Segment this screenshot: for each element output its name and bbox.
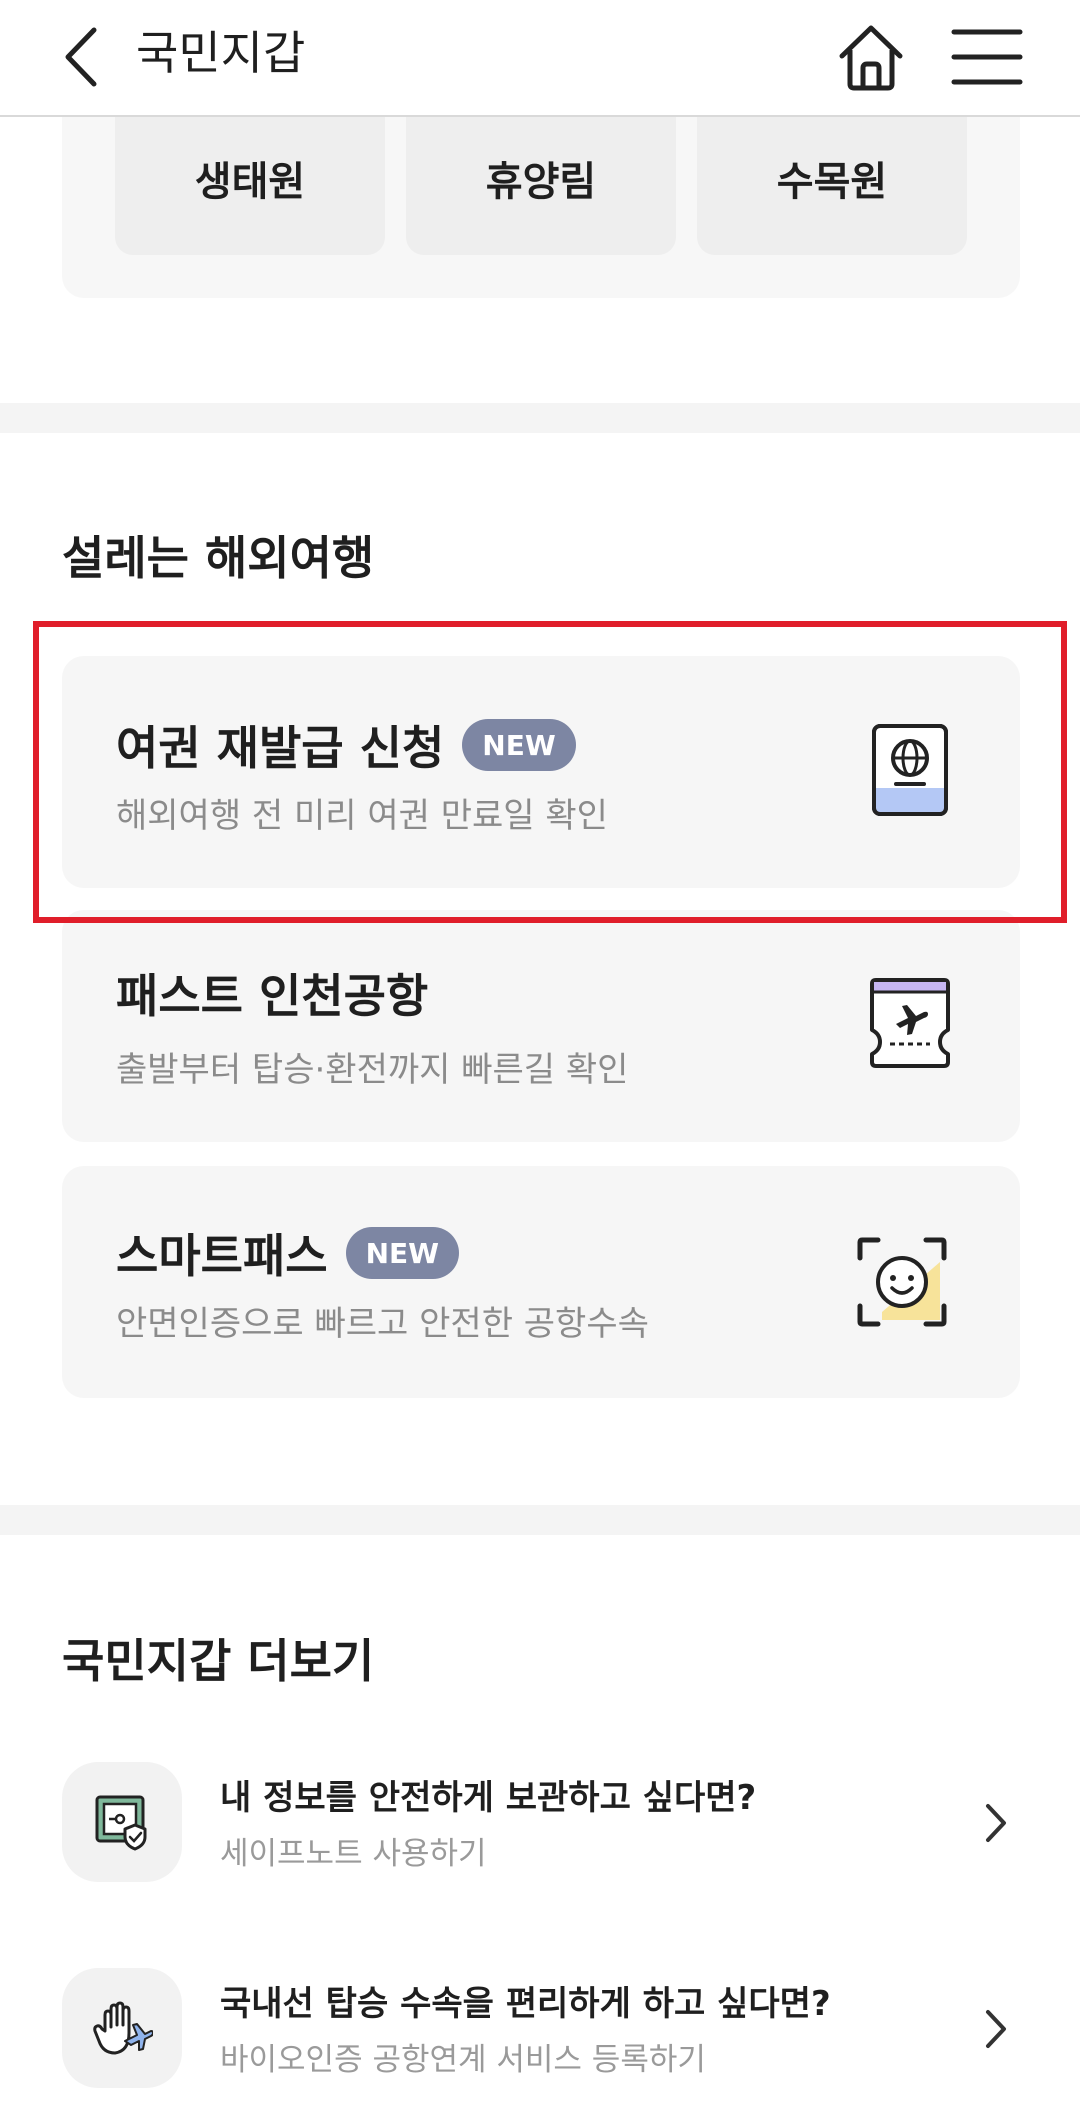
section-divider bbox=[0, 1505, 1080, 1535]
card-fast-incheon-airport[interactable]: 패스트 인천공항 출발부터 탑승·환전까지 빠른길 확인 bbox=[62, 910, 1020, 1142]
chip-arboretum[interactable]: 수목원 bbox=[697, 117, 967, 255]
more-item-subtitle: 세이프노트 사용하기 bbox=[220, 1836, 487, 1872]
palm-airplane-icon bbox=[93, 2001, 153, 2055]
card-smart-pass[interactable]: 스마트패스 NEW 안면인증으로 빠르고 안전한 공항수속 bbox=[62, 1166, 1020, 1398]
card-description: 안면인증으로 빠르고 안전한 공항수속 bbox=[116, 1304, 649, 1344]
more-item-icon-wrap bbox=[62, 1762, 182, 1882]
chip-recreation-forest[interactable]: 휴양림 bbox=[406, 117, 676, 255]
more-item-bio-airport[interactable]: 국내선 탑승 수속을 편리하게 하고 싶다면? 바이오인증 공항연계 서비스 등… bbox=[62, 1968, 1020, 2088]
home-icon[interactable] bbox=[834, 20, 908, 94]
highlight-box bbox=[33, 621, 1067, 923]
more-item-safe-note[interactable]: 내 정보를 안전하게 보관하고 싶다면? 세이프노트 사용하기 bbox=[62, 1762, 1020, 1882]
chevron-right-icon bbox=[986, 1804, 1006, 1842]
more-item-subtitle: 바이오인증 공항연계 서비스 등록하기 bbox=[220, 2042, 706, 2078]
section-divider bbox=[0, 403, 1080, 433]
chip-ecology-center[interactable]: 생태원 bbox=[115, 117, 385, 255]
more-item-icon-wrap bbox=[62, 1968, 182, 2088]
chevron-right-icon bbox=[986, 2010, 1006, 2048]
chevron-left-icon[interactable] bbox=[56, 24, 112, 90]
section-title-travel: 설레는 해외여행 bbox=[62, 531, 375, 585]
card-title-row: 패스트 인천공항 bbox=[116, 960, 428, 1026]
safe-note-icon bbox=[95, 1795, 147, 1851]
more-item-title: 내 정보를 안전하게 보관하고 싶다면? bbox=[220, 1778, 757, 1818]
card-title-row: 스마트패스 NEW bbox=[116, 1220, 460, 1286]
new-badge: NEW bbox=[345, 1227, 460, 1279]
card-title: 스마트패스 bbox=[116, 1229, 328, 1283]
section-title-more: 국민지갑 더보기 bbox=[62, 1634, 375, 1688]
card-title: 패스트 인천공항 bbox=[116, 969, 429, 1023]
app-header: 국민지갑 bbox=[0, 0, 1080, 117]
face-scan-icon bbox=[857, 1237, 947, 1327]
card-description: 출발부터 탑승·환전까지 빠른길 확인 bbox=[116, 1050, 629, 1090]
flight-ticket-icon bbox=[870, 978, 950, 1068]
more-item-title: 국내선 탑승 수속을 편리하게 하고 싶다면? bbox=[220, 1984, 831, 2024]
hamburger-menu-icon[interactable] bbox=[950, 24, 1024, 90]
page-title: 국민지갑 bbox=[136, 26, 306, 80]
